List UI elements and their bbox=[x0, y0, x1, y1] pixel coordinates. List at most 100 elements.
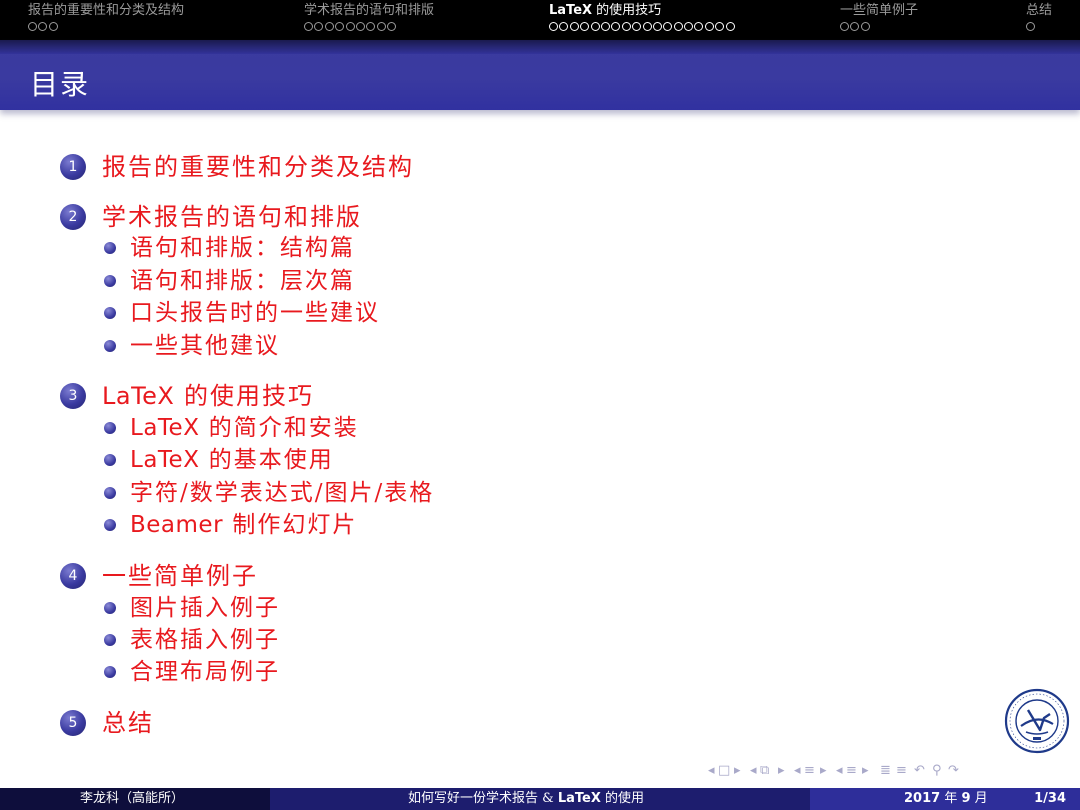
toc-subsection-label[interactable]: 图片插入例子 bbox=[130, 592, 280, 624]
frame-dot-icon[interactable] bbox=[324, 22, 334, 31]
footline: 李龙科（高能所） 如何写好一份学术报告 & LaTeX 的使用 2017 年 9… bbox=[0, 788, 1080, 810]
bullet-icon bbox=[104, 454, 116, 466]
footer-date-sep: 年 bbox=[940, 791, 962, 806]
frame-dot-icon[interactable] bbox=[38, 22, 48, 31]
beamer-word: Beamer bbox=[130, 512, 224, 538]
nav-frame-dots[interactable] bbox=[304, 22, 434, 36]
nav-section-title[interactable]: 报告的重要性和分类及结构 bbox=[28, 3, 184, 19]
toc-subsection-label[interactable]: 一些其他建议 bbox=[130, 330, 280, 362]
toc-subsection-label[interactable]: 合理布局例子 bbox=[130, 656, 280, 688]
toc-section-label[interactable]: 总结 bbox=[102, 706, 154, 740]
frame-dot-icon[interactable] bbox=[663, 22, 673, 31]
subsection-next-icon[interactable]: ▸ bbox=[820, 762, 827, 780]
frame-dot-icon[interactable] bbox=[376, 22, 386, 31]
footer-author: 李龙科（高能所） bbox=[80, 791, 185, 806]
section-number-badge: 1 bbox=[60, 154, 86, 180]
subsection-prev-icon[interactable]: ◂ bbox=[794, 762, 801, 780]
footer-title-box: 如何写好一份学术报告 & LaTeX 的使用 bbox=[270, 788, 810, 810]
frame-dot-icon[interactable] bbox=[850, 22, 860, 31]
nav-frame-dots[interactable] bbox=[28, 22, 184, 36]
subsection-icon[interactable]: ≡ bbox=[804, 762, 815, 780]
toc-subsection-label[interactable]: 表格插入例子 bbox=[130, 624, 280, 656]
frame-prev-icon[interactable]: ◂ bbox=[750, 762, 757, 780]
beamer-navigation-symbols: ◂ □ ▸ ◂ ⧉ ▸ ◂ ≡ ▸ ◂ ≡ ▸ ≣ ≡ ↶ ⚲ ↷ bbox=[708, 762, 1074, 780]
nav-frame-dots[interactable] bbox=[840, 22, 918, 36]
toc-subsection-label[interactable]: 语句和排版：结构篇 bbox=[130, 232, 355, 264]
footer-month: 9 bbox=[961, 791, 971, 806]
nav-section-4[interactable]: 一些简单例子 bbox=[840, 3, 918, 36]
frame-dot-icon[interactable] bbox=[355, 22, 365, 31]
toc-subsection-label[interactable]: LaTeX 的基本使用 bbox=[130, 444, 334, 476]
bullet-icon bbox=[104, 242, 116, 254]
nav-section-title[interactable]: 总结 bbox=[1026, 3, 1052, 19]
frame-dot-icon[interactable] bbox=[621, 22, 631, 31]
nav-section-5[interactable]: 总结 bbox=[1026, 3, 1052, 36]
toc-subsection-label[interactable]: Beamer 制作幻灯片 bbox=[130, 509, 357, 541]
nav-section-2[interactable]: 学术报告的语句和排版 bbox=[304, 3, 434, 36]
frame-dot-icon[interactable] bbox=[725, 22, 735, 31]
frame-dot-icon[interactable] bbox=[580, 22, 590, 31]
frame-dot-icon[interactable] bbox=[694, 22, 704, 31]
frame-dot-icon[interactable] bbox=[345, 22, 355, 31]
section-next-icon[interactable]: ▸ bbox=[862, 762, 869, 780]
back-icon[interactable]: ↶ bbox=[914, 762, 925, 780]
frame-dot-icon[interactable] bbox=[1026, 22, 1035, 31]
section-prev-icon[interactable]: ◂ bbox=[836, 762, 843, 780]
nav-frame-dots[interactable] bbox=[1026, 22, 1052, 36]
frame-dot-icon[interactable] bbox=[715, 22, 725, 31]
toc-section-label[interactable]: 报告的重要性和分类及结构 bbox=[102, 150, 414, 184]
frame-dot-icon[interactable] bbox=[590, 22, 600, 31]
toc-subsection-label-rest: 字符/数学表达式/图片/表格 bbox=[130, 480, 435, 506]
frame-dot-icon[interactable] bbox=[549, 22, 558, 31]
frame-dot-icon[interactable] bbox=[600, 22, 610, 31]
toc-align-icon[interactable]: ≡ bbox=[896, 762, 907, 780]
frame-dot-icon[interactable] bbox=[642, 22, 652, 31]
frame-dot-icon[interactable] bbox=[860, 22, 870, 31]
frame-title: 目录 bbox=[30, 68, 91, 101]
section-icon[interactable]: ≡ bbox=[846, 762, 857, 780]
frame-dot-icon[interactable] bbox=[704, 22, 714, 31]
nav-section-title[interactable]: LaTeX 的使用技巧 bbox=[549, 3, 736, 19]
forward-icon[interactable]: ↷ bbox=[948, 762, 959, 780]
section-navigation-bar: 报告的重要性和分类及结构 学术报告的语句和排版 LaTeX 的使用技巧 一些简单… bbox=[0, 0, 1080, 40]
frame-dot-icon[interactable] bbox=[387, 22, 397, 31]
search-icon[interactable]: ⚲ bbox=[932, 762, 942, 780]
frame-dot-icon[interactable] bbox=[559, 22, 569, 31]
nav-section-3[interactable]: LaTeX 的使用技巧 bbox=[549, 3, 736, 36]
toc-section-label[interactable]: 学术报告的语句和排版 bbox=[102, 200, 362, 234]
frame-dot-icon[interactable] bbox=[28, 22, 37, 31]
frame-dot-icon[interactable] bbox=[569, 22, 579, 31]
latex-word: LaTeX bbox=[549, 3, 593, 18]
footer-title-post: 的使用 bbox=[600, 791, 645, 806]
nav-section-title-rest: 的使用技巧 bbox=[592, 3, 662, 18]
toc-section-label[interactable]: LaTeX 的使用技巧 bbox=[102, 379, 314, 413]
toc-subsection-label[interactable]: LaTeX 的简介和安装 bbox=[130, 412, 359, 444]
toc-subsection-label[interactable]: 字符/数学表达式/图片/表格 bbox=[130, 477, 434, 509]
frame-dot-icon[interactable] bbox=[366, 22, 376, 31]
toc-subsection-label[interactable]: 口头报告时的一些建议 bbox=[130, 297, 380, 329]
frame-next-icon[interactable]: ▸ bbox=[778, 762, 785, 780]
slide-prev-icon[interactable]: ◂ bbox=[708, 762, 715, 780]
toc-subsection-label[interactable]: 语句和排版：层次篇 bbox=[130, 265, 355, 297]
nav-section-1[interactable]: 报告的重要性和分类及结构 bbox=[28, 3, 184, 36]
frame-dot-icon[interactable] bbox=[335, 22, 345, 31]
slide-icon[interactable]: □ bbox=[718, 762, 730, 780]
frame-dot-icon[interactable] bbox=[673, 22, 683, 31]
frame-dot-icon[interactable] bbox=[684, 22, 694, 31]
frame-dot-icon[interactable] bbox=[304, 22, 313, 31]
toc-section-label[interactable]: 一些简单例子 bbox=[102, 559, 258, 593]
nav-frame-dots[interactable] bbox=[549, 22, 736, 36]
toc-icon[interactable]: ≣ bbox=[880, 762, 891, 780]
nav-section-title[interactable]: 学术报告的语句和排版 bbox=[304, 3, 434, 19]
slide-next-icon[interactable]: ▸ bbox=[734, 762, 741, 780]
frame-dot-icon[interactable] bbox=[652, 22, 662, 31]
frame-dot-icon[interactable] bbox=[48, 22, 58, 31]
title-bar-shade bbox=[0, 40, 1080, 54]
bullet-icon bbox=[104, 519, 116, 531]
frame-dot-icon[interactable] bbox=[611, 22, 621, 31]
nav-section-title[interactable]: 一些简单例子 bbox=[840, 3, 918, 19]
frame-dot-icon[interactable] bbox=[840, 22, 849, 31]
frame-dot-icon[interactable] bbox=[632, 22, 642, 31]
frame-dot-icon[interactable] bbox=[314, 22, 324, 31]
frame-icon[interactable]: ⧉ bbox=[760, 762, 769, 780]
